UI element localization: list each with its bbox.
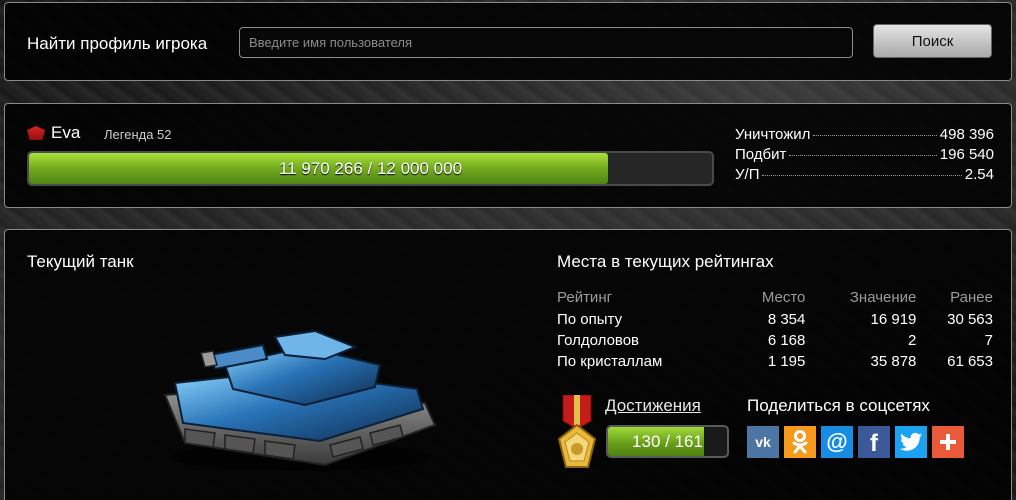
ratings-title: Места в текущих рейтингах <box>557 252 774 271</box>
svg-text:f: f <box>870 430 879 454</box>
column-header: Рейтинг <box>557 289 613 306</box>
column-header: Ранее <box>950 289 993 306</box>
username-search-input[interactable] <box>239 27 853 58</box>
stat-label: У/П <box>735 166 760 183</box>
stat-value: 498 396 <box>939 126 994 143</box>
column-header: Значение <box>849 289 917 306</box>
stat-row-killed: Подбит 196 540 <box>735 146 994 166</box>
table-cell: 2 <box>908 332 917 349</box>
achievements-progress-bar: 130 / 161 <box>606 425 729 458</box>
table-cell: 35 878 <box>870 353 917 370</box>
column-header: Место <box>761 289 806 306</box>
stat-label: Подбит <box>735 146 787 163</box>
search-button[interactable]: Поиск <box>873 24 992 58</box>
table-cell: 7 <box>984 332 993 349</box>
profile-panel: Eva Легенда 52 11 970 266 / 12 000 000 У… <box>4 103 1012 208</box>
table-cell: По кристаллам <box>557 353 663 370</box>
stat-value: 196 540 <box>939 146 994 163</box>
achievements-link[interactable]: Достижения <box>605 396 701 416</box>
player-name: Eva <box>51 123 81 142</box>
stat-value: 2.54 <box>964 166 994 183</box>
current-tank-title: Текущий танк <box>27 252 134 271</box>
odnoklassniki-icon[interactable] <box>784 426 816 458</box>
table-cell: 6 168 <box>767 332 806 349</box>
tank-image <box>163 329 437 471</box>
table-cell: Голдоловов <box>557 332 640 349</box>
svg-text:@: @ <box>826 430 847 454</box>
stat-row-kd-ratio: У/П 2.54 <box>735 166 994 186</box>
search-panel: Найти профиль игрока Поиск <box>4 2 1012 81</box>
combat-stats: Уничтожил 498 396 Подбит 196 540 У/П 2.5… <box>735 126 994 186</box>
experience-progress-bar: 11 970 266 / 12 000 000 <box>27 151 714 186</box>
stat-dot-leader <box>789 155 937 156</box>
table-cell: 61 653 <box>947 353 993 370</box>
social-share-buttons: vk @ f <box>747 426 964 458</box>
stat-dot-leader <box>813 135 937 136</box>
table-cell: 8 354 <box>767 311 806 328</box>
achievement-medal-icon <box>557 395 597 468</box>
stat-row-destroyed: Уничтожил 498 396 <box>735 126 994 146</box>
plus-share-icon[interactable] <box>932 426 964 458</box>
experience-progress-text: 11 970 266 / 12 000 000 <box>278 158 463 178</box>
table-cell: По опыту <box>557 311 623 328</box>
ratings-header-row: Рейтинг Место Значение Ранее <box>557 286 993 309</box>
table-row: Голдоловов 6 168 2 7 <box>557 330 993 351</box>
table-cell: 16 919 <box>870 311 917 328</box>
share-title: Поделиться в соцсетях <box>747 396 930 415</box>
vk-icon[interactable]: vk <box>747 426 779 458</box>
ratings-table: Рейтинг Место Значение Ранее По опыту 8 … <box>557 286 993 372</box>
svg-text:vk: vk <box>755 435 771 449</box>
player-rank: Легенда 52 <box>104 127 172 142</box>
twitter-icon[interactable] <box>895 426 927 458</box>
search-label: Найти профиль игрока <box>27 34 208 53</box>
stat-dot-leader <box>762 175 962 176</box>
facebook-icon[interactable]: f <box>858 426 890 458</box>
mail-ru-icon[interactable]: @ <box>821 426 853 458</box>
rank-insignia-icon <box>27 126 45 140</box>
achievements-progress-text: 130 / 161 <box>632 431 703 451</box>
table-cell: 1 195 <box>767 353 806 370</box>
table-cell: 30 563 <box>947 311 993 328</box>
stat-label: Уничтожил <box>735 126 811 143</box>
table-row: По опыту 8 354 16 919 30 563 <box>557 309 993 330</box>
tank-ratings-panel: Текущий танк Места в текущих рейтингах Р… <box>4 229 1012 500</box>
table-row: По кристаллам 1 195 35 878 61 653 <box>557 351 993 372</box>
